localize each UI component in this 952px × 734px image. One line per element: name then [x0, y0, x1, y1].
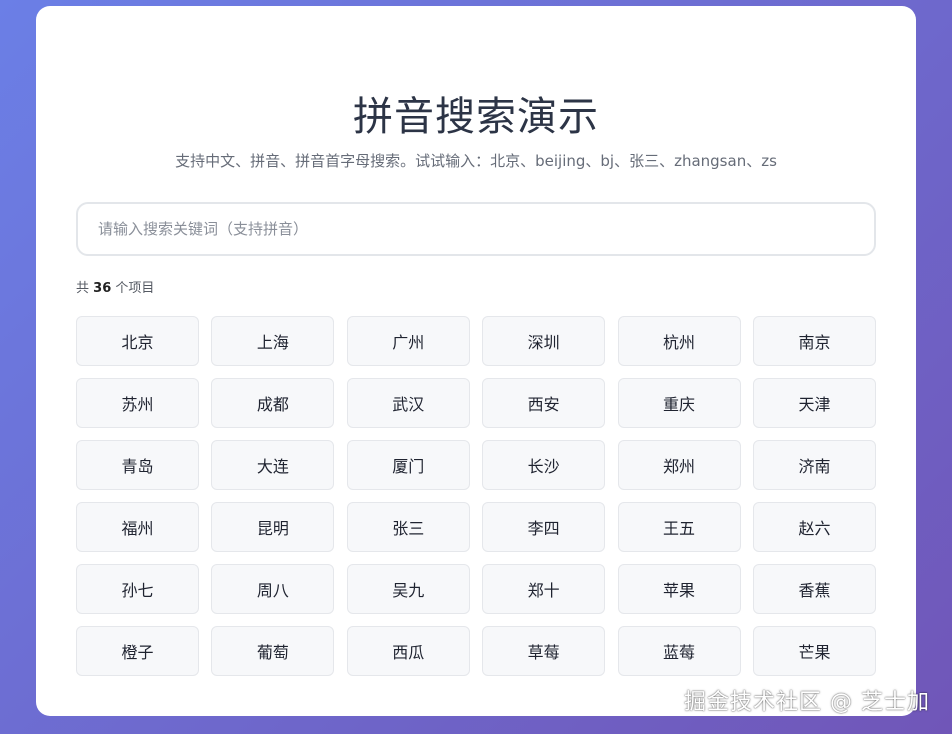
result-item[interactable]: 赵六: [752, 502, 876, 552]
result-item[interactable]: 长沙: [482, 440, 606, 490]
result-item[interactable]: 郑十: [482, 564, 606, 614]
result-item[interactable]: 成都: [211, 378, 335, 428]
result-item[interactable]: 西瓜: [346, 626, 470, 676]
result-item[interactable]: 芒果: [752, 626, 876, 676]
result-item[interactable]: 苏州: [76, 378, 199, 428]
count-suffix: 个项目: [115, 281, 155, 296]
result-item[interactable]: 苹果: [617, 564, 741, 614]
result-item[interactable]: 福州: [76, 502, 199, 552]
result-item[interactable]: 杭州: [617, 316, 741, 366]
count-number: 36: [93, 281, 112, 296]
watermark: 掘金技术社区 @ 芝士加: [684, 690, 930, 715]
result-item[interactable]: 草莓: [482, 626, 606, 676]
result-item[interactable]: 深圳: [482, 316, 606, 366]
result-item[interactable]: 橙子: [76, 626, 199, 676]
result-item[interactable]: 武汉: [346, 378, 470, 428]
result-item[interactable]: 天津: [752, 378, 876, 428]
result-item[interactable]: 孙七: [76, 564, 199, 614]
result-item[interactable]: 蓝莓: [617, 626, 741, 676]
result-item[interactable]: 吴九: [346, 564, 470, 614]
page-title: 拼音搜索演示: [353, 94, 599, 140]
result-item[interactable]: 广州: [346, 316, 470, 366]
result-item[interactable]: 西安: [482, 378, 606, 428]
result-item[interactable]: 王五: [617, 502, 741, 552]
count-prefix: 共: [76, 281, 90, 296]
result-item[interactable]: 济南: [752, 440, 876, 490]
result-item[interactable]: 青岛: [76, 440, 199, 490]
result-count: 共 36 个项目: [76, 277, 154, 296]
result-item[interactable]: 郑州: [617, 440, 741, 490]
result-item[interactable]: 南京: [752, 316, 876, 366]
result-item[interactable]: 昆明: [211, 502, 335, 552]
result-item[interactable]: 厦门: [346, 440, 470, 490]
result-item[interactable]: 香蕉: [752, 564, 876, 614]
result-item[interactable]: 李四: [482, 502, 606, 552]
result-item[interactable]: 张三: [346, 502, 470, 552]
page-subtitle: 支持中文、拼音、拼音首字母搜索。试试输入：北京、beijing、bj、张三、zh…: [175, 152, 777, 170]
result-item[interactable]: 北京: [76, 316, 199, 366]
results-grid: 北京 上海 广州 深圳 杭州 南京苏州 成都 武汉 西安 重庆 天津青岛 大连 厦门 长沙 郑州 济南福州 昆明…: [76, 316, 876, 676]
main-card: 拼音搜索演示 支持中文、拼音、拼音首字母搜索。试试输入：北京、beijing、b…: [36, 6, 916, 716]
result-item[interactable]: 重庆: [617, 378, 741, 428]
result-item[interactable]: 葡萄: [211, 626, 335, 676]
result-item[interactable]: 大连: [211, 440, 335, 490]
result-item[interactable]: 周八: [211, 564, 335, 614]
result-item[interactable]: 上海: [211, 316, 335, 366]
search-input[interactable]: [76, 202, 876, 256]
